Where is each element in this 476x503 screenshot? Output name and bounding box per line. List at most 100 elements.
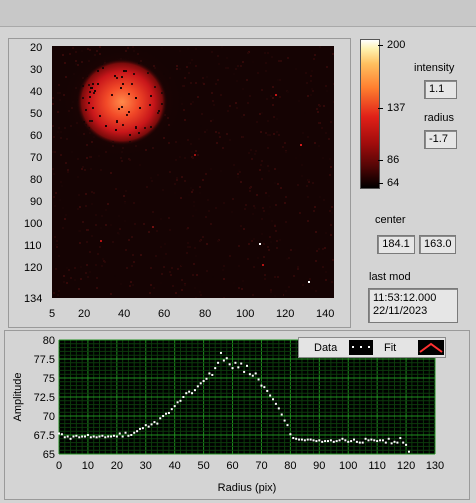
noise-pixel [158, 110, 160, 112]
noise-pixel [324, 247, 326, 249]
noise-pixel [55, 192, 57, 194]
noise-pixel [273, 133, 275, 135]
noise-pixel [222, 147, 224, 149]
legend-data-swatch[interactable] [349, 340, 373, 355]
noise-pixel [284, 142, 286, 144]
noise-pixel [195, 294, 197, 296]
noise-pixel [229, 105, 231, 107]
noise-pixel [138, 132, 140, 134]
noise-pixel [313, 58, 315, 60]
noise-pixel [89, 120, 91, 122]
noise-pixel [253, 266, 255, 268]
noise-pixel [112, 141, 114, 143]
noise-pixel [264, 278, 266, 280]
noise-pixel [169, 271, 171, 273]
center-y-value[interactable]: 163.0 [419, 235, 456, 254]
noise-pixel [54, 236, 56, 238]
radius-value[interactable]: -1.7 [424, 130, 457, 149]
noise-pixel [226, 133, 228, 135]
noise-pixel [193, 205, 195, 207]
noise-pixel [267, 246, 269, 248]
noise-pixel [251, 292, 253, 294]
noise-pixel [161, 273, 163, 275]
noise-pixel [184, 284, 186, 286]
colorbar[interactable] [360, 39, 380, 189]
noise-pixel [298, 100, 300, 102]
noise-pixel [100, 169, 102, 171]
intensity-image[interactable] [52, 46, 334, 298]
noise-pixel [114, 75, 116, 77]
noise-pixel [92, 83, 94, 85]
noise-pixel [329, 158, 331, 160]
noise-pixel [84, 169, 86, 171]
noise-pixel [97, 253, 99, 255]
noise-pixel [274, 276, 276, 278]
noise-pixel [224, 142, 226, 144]
noise-pixel [190, 103, 192, 105]
noise-pixel [195, 48, 197, 50]
noise-pixel [302, 284, 304, 286]
noise-pixel [307, 95, 309, 97]
noise-pixel [263, 210, 265, 212]
noise-pixel [62, 54, 64, 56]
noise-pixel [133, 202, 135, 204]
image-x-tick: 80 [199, 308, 212, 320]
legend-fit-swatch[interactable] [418, 340, 444, 355]
chart-legend[interactable]: Data Fit [298, 337, 446, 358]
noise-pixel [55, 244, 57, 246]
noise-pixel [244, 208, 246, 210]
noise-pixel [54, 151, 56, 153]
noise-pixel [227, 67, 229, 69]
center-x-value[interactable]: 184.1 [377, 235, 415, 254]
noise-pixel [175, 159, 177, 161]
noise-pixel [192, 189, 194, 191]
noise-pixel [271, 56, 273, 58]
noise-pixel [101, 63, 103, 65]
noise-pixel [88, 102, 90, 104]
noise-pixel [262, 166, 264, 168]
noise-pixel [229, 58, 231, 60]
noise-pixel [237, 173, 239, 175]
noise-pixel [74, 279, 76, 281]
noise-pixel [84, 157, 86, 159]
noise-pixel [316, 250, 318, 252]
image-y-tick: 100 [24, 218, 43, 230]
image-x-tick: 5 [49, 308, 56, 320]
noise-pixel [237, 65, 239, 67]
noise-pixel [88, 60, 90, 62]
noise-pixel [107, 203, 109, 205]
radius-label: radius [424, 112, 454, 124]
noise-pixel [85, 272, 87, 274]
intensity-label: intensity [414, 62, 455, 74]
noise-pixel [275, 204, 277, 206]
noise-pixel [190, 187, 192, 189]
noise-pixel [96, 50, 98, 52]
intensity-value[interactable]: 1.1 [424, 80, 457, 99]
noise-pixel [220, 170, 222, 172]
noise-pixel [105, 125, 107, 127]
noise-pixel [99, 115, 101, 117]
noise-pixel [187, 246, 189, 248]
noise-pixel [81, 50, 83, 52]
noise-pixel [160, 218, 162, 220]
noise-pixel [331, 212, 333, 214]
noise-pixel [211, 92, 213, 94]
noise-pixel [211, 51, 213, 53]
noise-pixel [175, 292, 177, 294]
noise-pixel [83, 128, 85, 130]
colorbar-tick: 137 [387, 102, 406, 114]
noise-pixel [206, 270, 208, 272]
scatter-point-icon [368, 346, 370, 348]
noise-pixel [131, 236, 133, 238]
noise-pixel [163, 257, 165, 259]
noise-pixel [59, 199, 61, 201]
noise-pixel [194, 247, 196, 249]
noise-pixel [270, 241, 272, 243]
noise-pixel [89, 96, 91, 98]
noise-pixel [61, 185, 63, 187]
noise-pixel [223, 265, 225, 267]
noise-pixel [150, 267, 152, 269]
noise-pixel [114, 275, 116, 277]
noise-pixel [82, 166, 84, 168]
noise-pixel [331, 206, 333, 208]
